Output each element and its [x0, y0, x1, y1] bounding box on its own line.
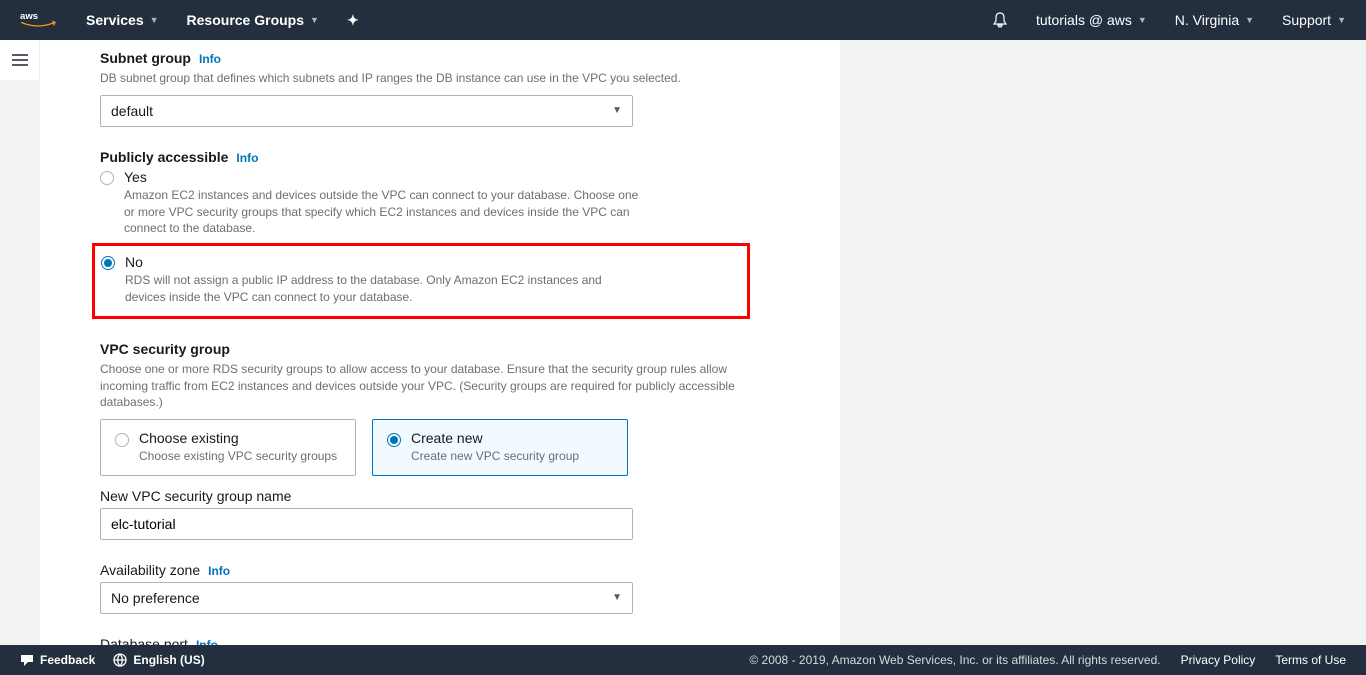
radio-checked-icon	[387, 433, 401, 447]
az-info-link[interactable]: Info	[208, 564, 230, 578]
vpc-sg-existing-desc: Choose existing VPC security groups	[139, 448, 341, 465]
region-label: N. Virginia	[1175, 12, 1239, 28]
new-sg-name-input[interactable]	[100, 508, 633, 540]
aws-logo-icon: aws	[20, 9, 56, 31]
dropdown-arrow-icon: ▼	[612, 105, 622, 116]
az-field: Availability zone Info No preference ▼	[100, 562, 740, 614]
support-label: Support	[1282, 12, 1331, 28]
pin-button[interactable]: ✦	[347, 12, 359, 29]
public-access-info-link[interactable]: Info	[236, 151, 258, 165]
caret-down-icon: ▼	[150, 15, 159, 25]
db-port-info-link[interactable]: Info	[196, 638, 218, 645]
vpc-sg-create-option[interactable]: Create new Create new VPC security group	[372, 419, 628, 476]
subnet-group-info-link[interactable]: Info	[199, 52, 221, 66]
notifications-button[interactable]	[992, 12, 1008, 28]
radio-icon	[100, 171, 114, 185]
az-select[interactable]: No preference ▼	[100, 582, 633, 614]
vpc-sg-create-title: Create new	[411, 430, 613, 446]
public-access-no-title: No	[125, 254, 737, 270]
new-sg-name-label: New VPC security group name	[100, 488, 291, 504]
vpc-sg-create-desc: Create new VPC security group	[411, 448, 613, 465]
caret-down-icon: ▼	[1138, 15, 1147, 25]
db-port-field: Database port Info TCP/IP port the datab…	[100, 636, 740, 645]
feedback-link[interactable]: Feedback	[20, 653, 95, 667]
terms-link[interactable]: Terms of Use	[1275, 653, 1346, 667]
account-label: tutorials @ aws	[1036, 12, 1132, 28]
region-menu[interactable]: N. Virginia ▼	[1175, 12, 1254, 28]
vpc-sg-existing-option[interactable]: Choose existing Choose existing VPC secu…	[100, 419, 356, 476]
caret-down-icon: ▼	[1337, 15, 1346, 25]
vpc-sg-desc: Choose one or more RDS security groups t…	[100, 361, 740, 411]
feedback-label: Feedback	[40, 653, 95, 667]
language-label: English (US)	[133, 653, 204, 667]
az-label: Availability zone	[100, 562, 200, 578]
resource-groups-menu[interactable]: Resource Groups ▼	[187, 12, 319, 28]
form-panel: Subnet group Info DB subnet group that d…	[40, 40, 840, 645]
pin-icon: ✦	[347, 12, 359, 29]
sidebar-toggle[interactable]	[0, 40, 40, 80]
public-access-label: Publicly accessible	[100, 149, 228, 165]
public-access-yes-radio[interactable]: Yes Amazon EC2 instances and devices out…	[100, 169, 740, 237]
az-value: No preference	[111, 590, 612, 606]
caret-down-icon: ▼	[1245, 15, 1254, 25]
account-menu[interactable]: tutorials @ aws ▼	[1036, 12, 1147, 28]
public-access-field: Publicly accessible Info Yes Amazon EC2 …	[100, 149, 740, 319]
public-access-no-desc: RDS will not assign a public IP address …	[125, 272, 625, 306]
vpc-sg-field: VPC security group Choose one or more RD…	[100, 341, 740, 540]
services-label: Services	[86, 12, 144, 28]
radio-checked-icon	[101, 256, 115, 270]
vpc-sg-label: VPC security group	[100, 341, 230, 357]
public-access-no-radio[interactable]: No RDS will not assign a public IP addre…	[101, 254, 737, 306]
resource-groups-label: Resource Groups	[187, 12, 304, 28]
public-access-yes-title: Yes	[124, 169, 740, 185]
footer-bar: Feedback English (US) © 2008 - 2019, Ama…	[0, 645, 1366, 675]
public-access-yes-desc: Amazon EC2 instances and devices outside…	[124, 187, 644, 237]
bell-icon	[992, 12, 1008, 28]
subnet-group-label: Subnet group	[100, 50, 191, 66]
subnet-group-value: default	[111, 103, 612, 119]
top-navigation: aws Services ▼ Resource Groups ▼ ✦ tutor…	[0, 0, 1366, 40]
subnet-group-field: Subnet group Info DB subnet group that d…	[100, 50, 740, 127]
support-menu[interactable]: Support ▼	[1282, 12, 1346, 28]
chat-icon	[20, 653, 34, 667]
caret-down-icon: ▼	[310, 15, 319, 25]
svg-text:aws: aws	[20, 11, 38, 22]
language-selector[interactable]: English (US)	[113, 653, 204, 667]
public-access-no-highlight: No RDS will not assign a public IP addre…	[92, 243, 750, 319]
vpc-sg-existing-title: Choose existing	[139, 430, 341, 446]
main-area: Subnet group Info DB subnet group that d…	[40, 40, 1366, 645]
db-port-label: Database port	[100, 636, 188, 645]
copyright-text: © 2008 - 2019, Amazon Web Services, Inc.…	[749, 653, 1160, 667]
subnet-group-select[interactable]: default ▼	[100, 95, 633, 127]
subnet-group-desc: DB subnet group that defines which subne…	[100, 70, 740, 87]
globe-icon	[113, 653, 127, 667]
aws-logo[interactable]: aws	[20, 9, 56, 31]
privacy-link[interactable]: Privacy Policy	[1181, 653, 1256, 667]
services-menu[interactable]: Services ▼	[86, 12, 159, 28]
hamburger-icon	[12, 54, 28, 66]
radio-icon	[115, 433, 129, 447]
dropdown-arrow-icon: ▼	[612, 592, 622, 603]
